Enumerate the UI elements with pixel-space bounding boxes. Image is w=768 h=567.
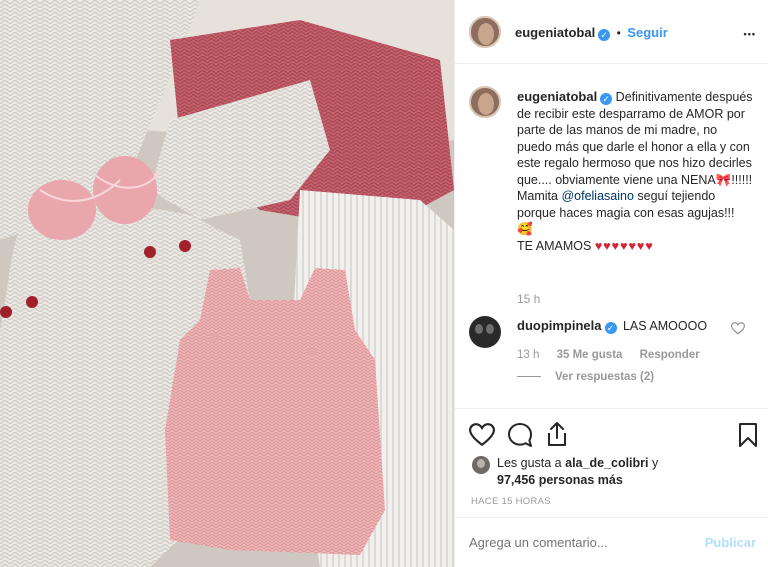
more-options-icon[interactable]: ••• [744, 27, 756, 41]
comment-bubble-icon[interactable] [507, 422, 533, 448]
post-header: eugeniatobal ✓ • Seguir ••• [455, 0, 768, 64]
commenter-verified-icon: ✓ [604, 322, 617, 334]
caption-verified-icon: ✓ [600, 93, 613, 105]
author-avatar[interactable] [469, 16, 501, 48]
likes-joiner: y [651, 456, 659, 470]
commenter-avatar[interactable] [469, 316, 501, 348]
save-bookmark-icon[interactable] [738, 422, 758, 448]
comment-likes[interactable]: 35 Me gusta [557, 349, 623, 361]
publish-button[interactable]: Publicar [705, 535, 756, 550]
instagram-post: eugeniatobal ✓ • Seguir ••• eugeniatobal ✓… [0, 0, 768, 567]
bow-emoji-icon: 🎀 [715, 172, 732, 187]
follow-button[interactable]: Seguir [627, 25, 667, 40]
commenter-username[interactable]: duopimpinela [517, 318, 602, 333]
reply-button[interactable]: Responder [640, 349, 700, 361]
caption-text-4: TE AMAMOS [517, 238, 592, 253]
author-username[interactable]: eugeniatobal [515, 25, 595, 40]
view-replies[interactable]: Ver respuestas (2) [517, 371, 654, 383]
share-icon[interactable] [545, 421, 569, 447]
mention-link[interactable]: @ofeliasaino [561, 189, 633, 203]
separator-dot: • [616, 26, 621, 40]
likes-summary: Les gusta a ala_de_colibri y 97,456 pers… [497, 455, 757, 489]
post-timestamp[interactable]: HACE 15 HORAS [471, 496, 551, 507]
post-sidebar: eugeniatobal ✓ • Seguir ••• eugeniatobal ✓… [454, 0, 768, 567]
likes-prefix: Les gusta a [497, 456, 562, 470]
comment-like-heart-icon[interactable] [731, 322, 745, 335]
liker-username[interactable]: ala_de_colibri [565, 456, 648, 470]
comment-text: LAS AMOOOO [622, 319, 708, 333]
like-heart-icon[interactable] [469, 423, 495, 447]
comment-time[interactable]: 13 h [517, 349, 539, 361]
caption-author-avatar[interactable] [469, 86, 501, 118]
verified-badge-icon: ✓ [598, 29, 611, 41]
replies-divider [517, 376, 541, 378]
view-replies-label[interactable]: Ver respuestas (2) [555, 371, 654, 383]
caption-time[interactable]: 15 h [517, 292, 540, 306]
smiling-face-emoji-icon: 🥰 [517, 222, 533, 236]
comment-input[interactable] [469, 532, 689, 552]
liker-avatar[interactable] [472, 456, 490, 474]
knitted-baby-clothes-image [0, 0, 454, 567]
caption: eugeniatobal ✓ Definitivamente después de… [517, 89, 753, 254]
caption-username[interactable]: eugeniatobal [517, 89, 597, 104]
likes-count[interactable]: 97,456 personas más [497, 473, 623, 487]
comment-meta: 13 h 35 Me gusta Responder [517, 349, 700, 361]
comment: duopimpinela ✓ LAS AMOOOO [517, 318, 707, 334]
add-comment-bar: Publicar [455, 517, 768, 567]
comments-area: eugeniatobal ✓ Definitivamente después de… [455, 64, 768, 408]
hearts-emoji-icon: ♥♥♥♥♥♥♥ [594, 238, 654, 253]
post-photo[interactable] [0, 0, 454, 567]
